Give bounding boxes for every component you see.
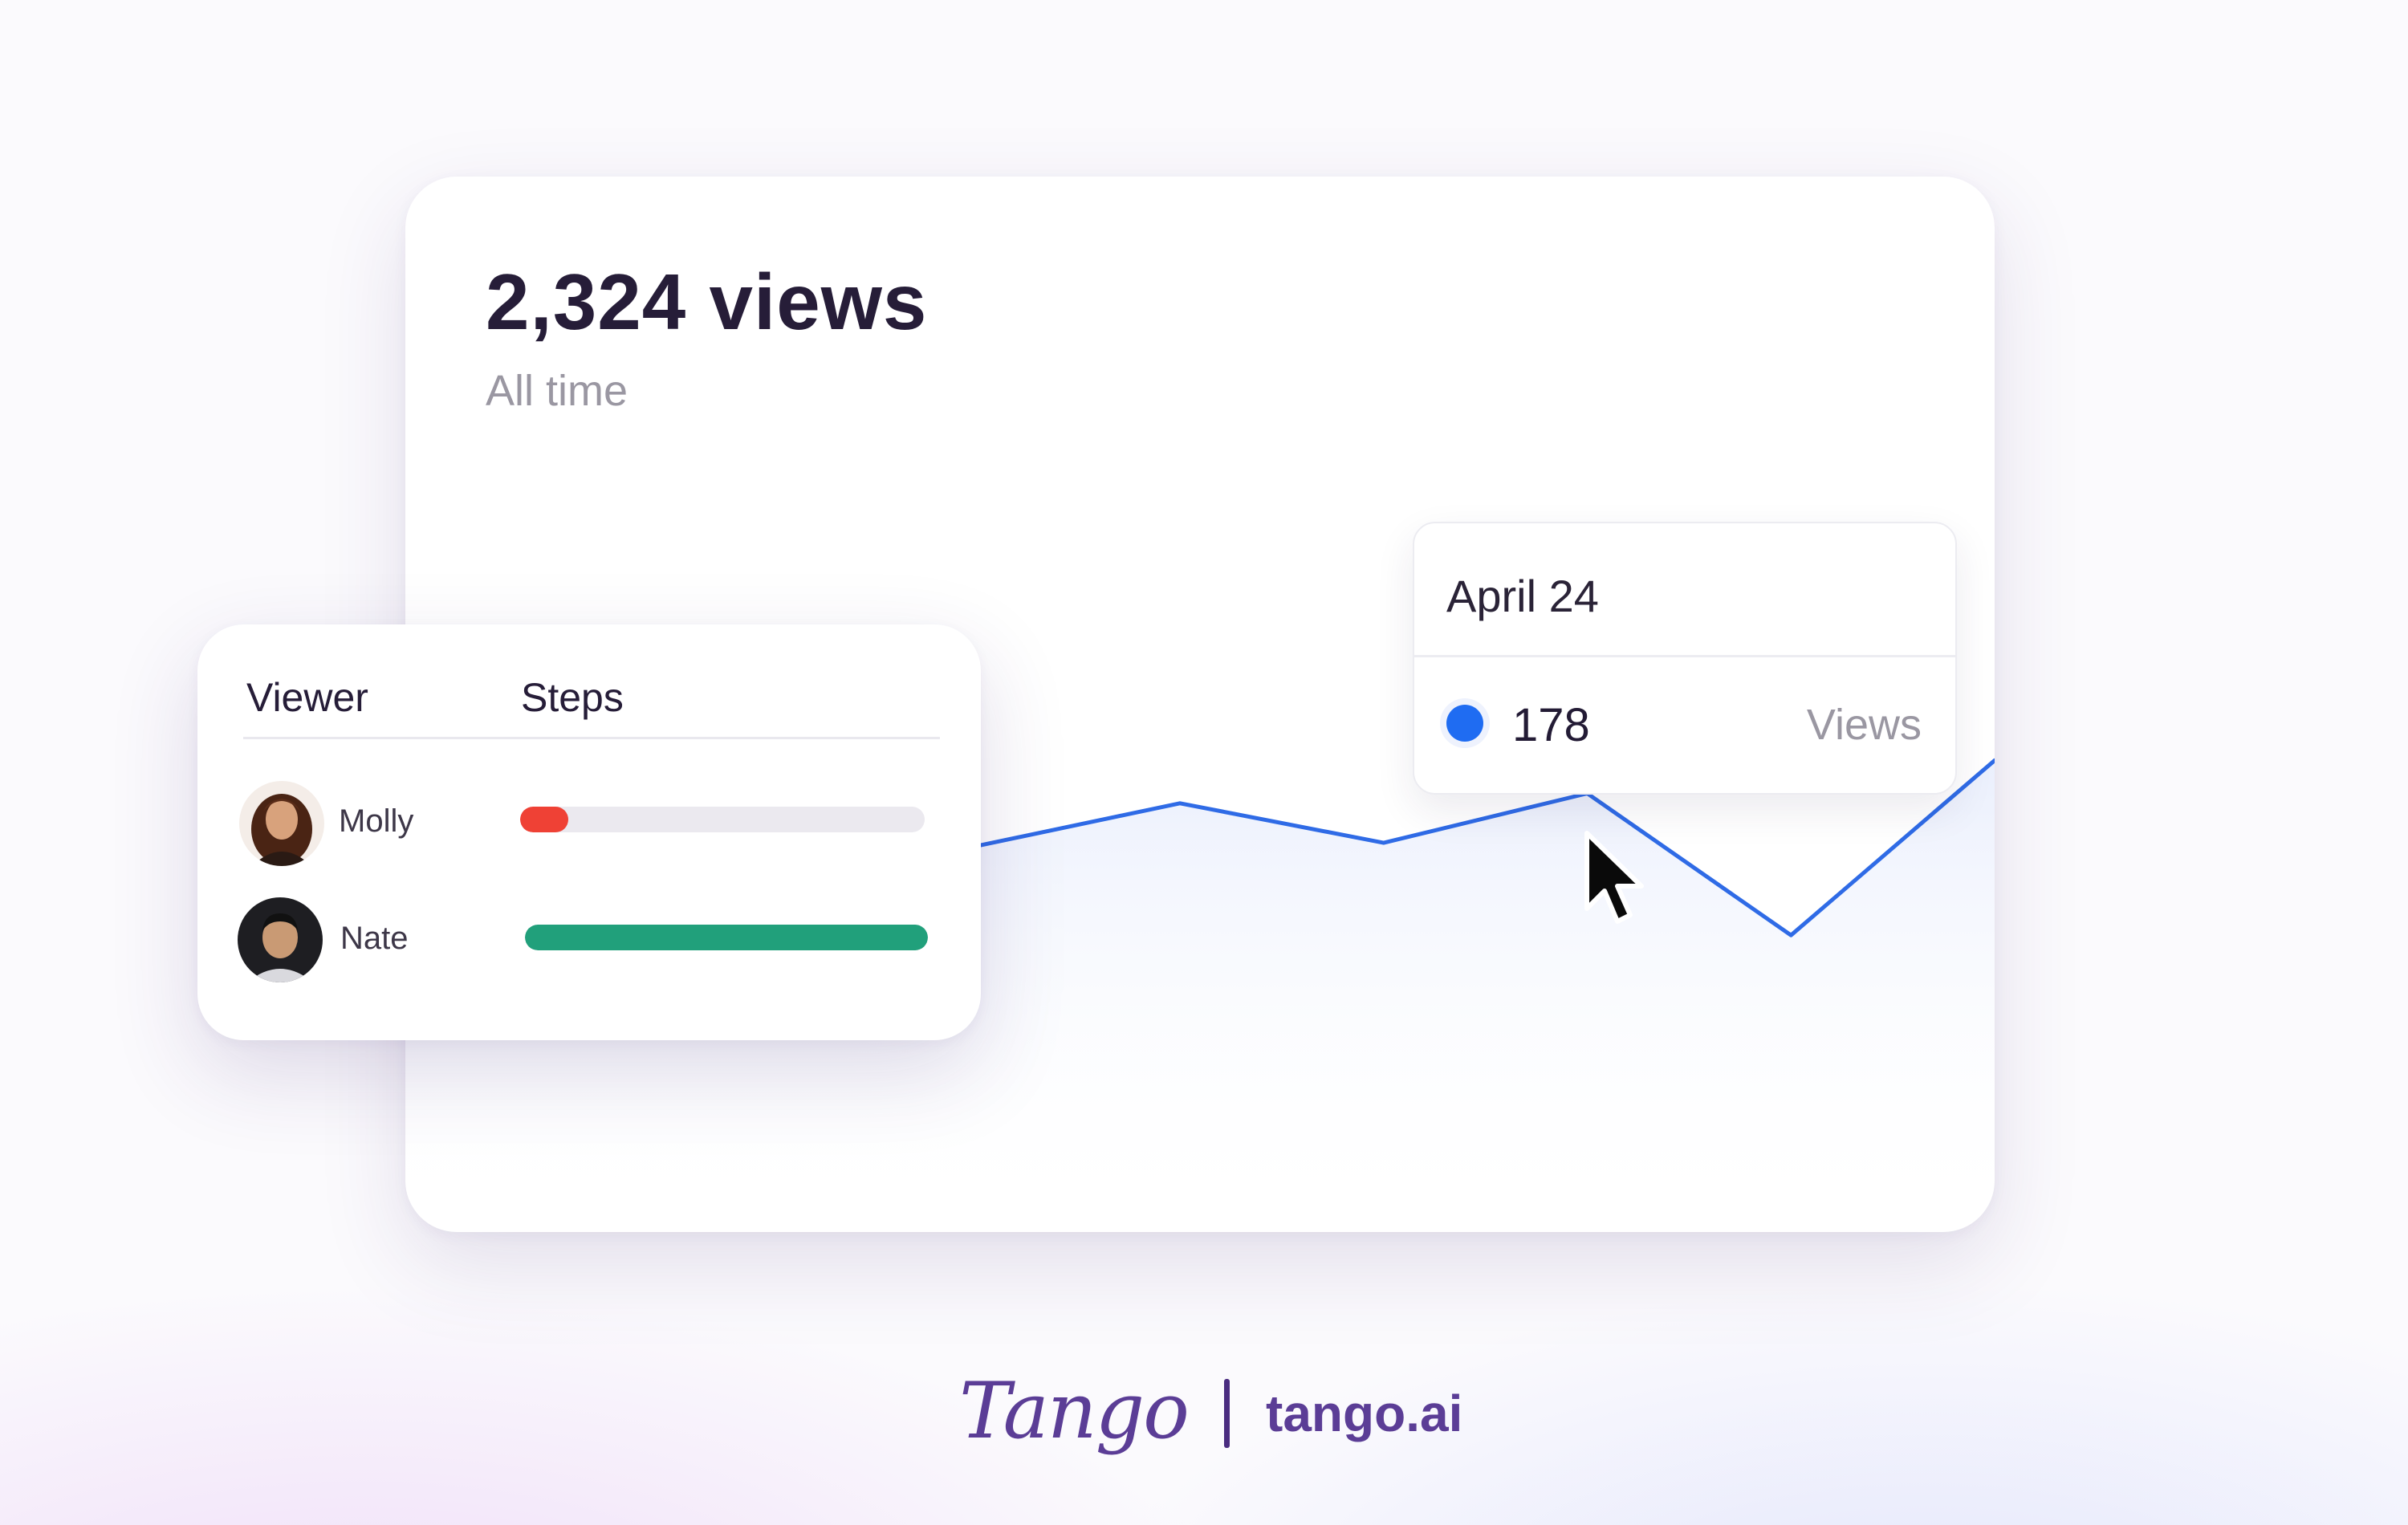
molly-avatar[interactable]: [239, 781, 324, 866]
molly-steps-progress: [520, 807, 925, 832]
brand-divider: [1224, 1379, 1230, 1448]
nate-steps-progress-fill: [525, 925, 928, 950]
steps-column-header: Steps: [521, 675, 624, 720]
nate-avatar[interactable]: [238, 897, 323, 982]
nate-steps-progress: [525, 925, 928, 950]
tooltip-unit: Views: [1806, 701, 1922, 749]
table-header-divider: [243, 737, 940, 739]
nate-avatar-icon: [238, 897, 323, 982]
brand-footer: Tango tango.ai: [959, 1363, 1462, 1483]
tooltip-value: 178: [1512, 699, 1590, 751]
series-dot-icon: [1446, 705, 1483, 742]
period-label: All time: [486, 367, 628, 415]
chart-tooltip: April 24 178 Views: [1413, 522, 1957, 795]
viewer-column-header: Viewer: [246, 675, 368, 720]
molly-steps-progress-fill: [520, 807, 569, 832]
tango-logo: Tango: [959, 1366, 1190, 1456]
brand-url[interactable]: tango.ai: [1266, 1384, 1462, 1443]
total-views-heading: 2,324 views: [486, 258, 928, 346]
chart-point-4[interactable]: [1178, 801, 1182, 806]
pointer-cursor-icon: [1584, 831, 1644, 924]
tooltip-date: April 24: [1446, 571, 1599, 621]
viewer-steps-card: Viewer Steps Molly Nate: [197, 624, 981, 1040]
viewer-name-nate: Nate: [340, 921, 409, 956]
chart-point-7[interactable]: [1788, 933, 1793, 937]
viewer-name-molly: Molly: [339, 803, 414, 839]
molly-avatar-icon: [239, 781, 324, 866]
chart-point-5[interactable]: [1381, 840, 1386, 845]
tooltip-divider: [1414, 655, 1955, 657]
